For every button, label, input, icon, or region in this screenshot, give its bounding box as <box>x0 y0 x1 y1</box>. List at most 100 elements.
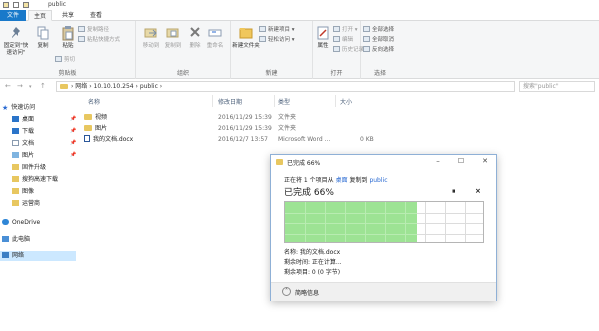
organize-group-label: 组织 <box>176 70 189 77</box>
nav-item-documents[interactable]: 文档 <box>12 139 34 149</box>
cut-button[interactable]: 剪切 <box>55 56 75 65</box>
folder-icon <box>12 164 19 170</box>
copy-button[interactable]: 复制 <box>30 25 56 50</box>
folder-icon <box>12 188 19 194</box>
up-arrow-icon[interactable]: ↑ <box>40 82 46 90</box>
dialog-footer: ˄ 简略信息 <box>271 282 496 301</box>
new-item-button[interactable]: 新建项目 ▾ <box>259 26 295 35</box>
forward-arrow-icon[interactable]: → <box>17 82 23 90</box>
nav-item-desktop[interactable]: 桌面 <box>12 115 34 125</box>
pin-icon[interactable]: 📌 <box>70 116 76 122</box>
table-row[interactable]: 图片 2016/11/29 15:39 文件夹 <box>78 124 438 134</box>
file-modified: 2016/12/7 13:57 <box>218 136 268 143</box>
column-header-size[interactable]: 大小 <box>340 97 352 106</box>
download-icon <box>12 128 19 134</box>
recent-locations-icon[interactable]: ▾ <box>29 84 32 90</box>
document-icon <box>12 140 19 146</box>
select-all-icon <box>363 26 370 32</box>
cloud-icon <box>2 219 9 225</box>
rename-button[interactable]: 重命名 <box>202 25 228 50</box>
new-item-icon <box>259 26 266 32</box>
word-document-icon <box>84 135 90 142</box>
tab-file[interactable]: 文件 <box>0 10 26 21</box>
column-divider[interactable] <box>335 95 336 107</box>
pin-icon[interactable]: 📌 <box>70 152 76 158</box>
properties-button[interactable]: 属性 <box>311 25 335 50</box>
file-type: 文件夹 <box>278 114 297 121</box>
source-link[interactable]: 桌面 <box>336 177 348 184</box>
nav-item-firmware[interactable]: 固件升级 <box>12 163 46 173</box>
back-arrow-icon[interactable]: ← <box>5 82 11 90</box>
easy-access-button[interactable]: 轻松访问 ▾ <box>259 36 295 45</box>
table-row[interactable]: 视频 2016/11/29 15:39 文件夹 <box>78 113 438 123</box>
chevron-up-icon[interactable]: ˄ <box>282 287 291 296</box>
select-all-button[interactable]: 全部选择 <box>363 26 394 35</box>
column-header-name[interactable]: 名称 <box>88 97 100 106</box>
destination-link[interactable]: public <box>369 177 387 184</box>
nav-quick-access[interactable]: ★ 快速访问 <box>2 103 35 113</box>
move-to-icon <box>144 25 158 41</box>
pin-icon[interactable]: 📌 <box>70 128 76 134</box>
nav-item-downloads[interactable]: 下载 <box>12 127 34 137</box>
pictures-icon <box>12 152 19 158</box>
history-icon <box>333 46 340 52</box>
copy-icon <box>36 25 50 41</box>
network-icon <box>2 252 9 258</box>
pin-icon[interactable]: 📌 <box>70 140 76 146</box>
history-button[interactable]: 历史记录 <box>333 46 364 55</box>
file-type: Microsoft Word ... <box>278 136 331 143</box>
file-name: 视频 <box>84 113 107 123</box>
address-bar[interactable]: › 网络 › 10.10.10.254 › public › <box>56 81 515 92</box>
folder-icon[interactable] <box>3 2 9 8</box>
select-none-button[interactable]: 全部取消 <box>363 36 394 45</box>
column-header-modified[interactable]: 修改日期 <box>218 97 242 106</box>
delete-icon <box>188 25 202 41</box>
column-divider[interactable] <box>274 95 275 107</box>
cancel-icon[interactable]: × <box>475 187 481 195</box>
select-group-label: 选择 <box>373 70 386 77</box>
column-divider[interactable] <box>212 95 213 107</box>
nav-this-pc[interactable]: 此电脑 <box>2 235 30 245</box>
column-header-type[interactable]: 类型 <box>278 97 290 106</box>
pause-icon[interactable]: ⏸ <box>452 187 456 196</box>
invert-selection-icon <box>363 46 370 52</box>
file-modified: 2016/11/29 15:39 <box>218 114 272 121</box>
table-row[interactable]: 我的文档.docx 2016/12/7 13:57 Microsoft Word… <box>78 135 438 145</box>
nav-item-sogou-downloads[interactable]: 搜狗高速下载 <box>12 175 58 185</box>
percent-complete: 已完成 66% <box>284 188 334 198</box>
paste-shortcut-button[interactable]: 粘贴快捷方式 <box>78 36 120 45</box>
easy-access-icon <box>259 36 266 42</box>
nav-item-pictures[interactable]: 图片 <box>12 151 34 161</box>
clipboard-group-label: 剪贴板 <box>58 70 77 77</box>
nav-network[interactable]: 网络 <box>0 251 76 261</box>
dialog-title-bar[interactable]: 已完成 66% – ☐ ✕ <box>271 155 496 169</box>
tab-share[interactable]: 共享 <box>56 10 80 21</box>
close-icon[interactable]: ✕ <box>480 157 490 165</box>
copy-progress-dialog: 已完成 66% – ☐ ✕ 正在将 1 个项目从 桌面 复制到 public 已… <box>270 154 497 301</box>
new-folder-button[interactable]: 新建文件夹 <box>231 25 261 50</box>
tab-view[interactable]: 查看 <box>84 10 108 21</box>
tab-home[interactable]: 主页 <box>28 10 52 21</box>
ribbon-tabs: 文件 主页 共享 查看 <box>0 10 599 21</box>
invert-selection-button[interactable]: 反向选择 <box>363 46 394 55</box>
scissors-icon <box>55 56 62 62</box>
select-group: 全部选择 全部取消 反向选择 选择 <box>361 21 399 79</box>
pin-icon <box>9 25 23 41</box>
address-path: › 网络 › 10.10.10.254 › public › <box>71 83 163 90</box>
edit-button[interactable]: 编辑 <box>333 36 353 45</box>
nav-item-images[interactable]: 图像 <box>12 187 34 197</box>
search-box[interactable]: 搜索"public" <box>519 81 595 92</box>
checkbox-icon[interactable] <box>13 2 19 8</box>
open-button[interactable]: 打开 ▾ <box>333 26 358 35</box>
open-group-label: 打开 <box>330 70 343 77</box>
maximize-icon[interactable]: ☐ <box>456 157 466 165</box>
folder-icon[interactable] <box>23 2 29 8</box>
copy-path-button[interactable]: 复制路径 <box>78 26 109 35</box>
fewer-details-button[interactable]: 简略信息 <box>295 288 319 297</box>
minimize-icon[interactable]: – <box>433 157 443 165</box>
edit-icon <box>333 36 340 42</box>
nav-item-carriers[interactable]: 运营商 <box>12 199 40 209</box>
nav-onedrive[interactable]: OneDrive <box>2 218 40 228</box>
pin-quick-access-button[interactable]: 固定到"快速访问" <box>2 25 30 57</box>
new-group-label: 新建 <box>265 70 278 77</box>
